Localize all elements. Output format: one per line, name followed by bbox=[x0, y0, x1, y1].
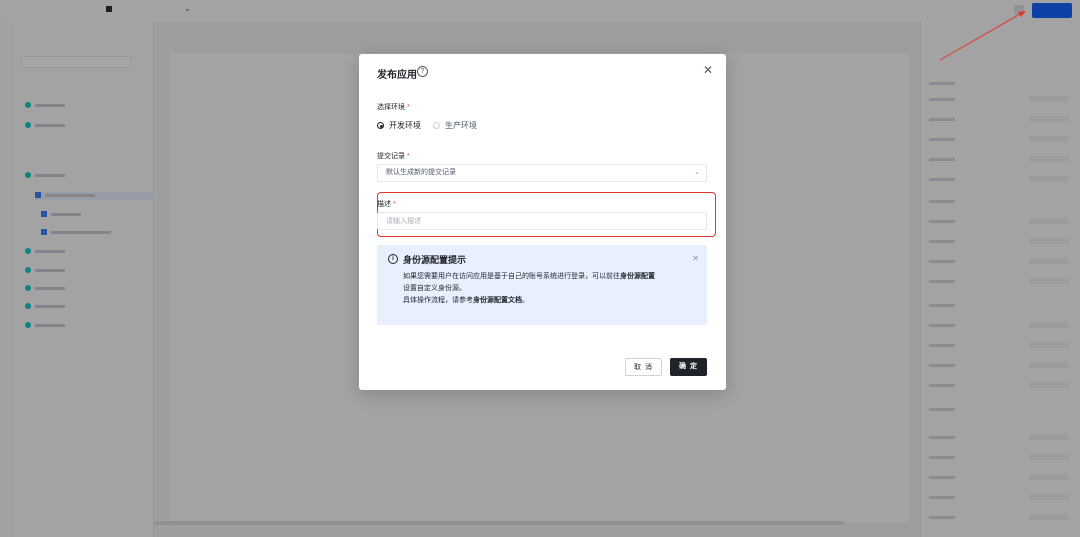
help-icon[interactable]: ? bbox=[417, 66, 428, 77]
notice-body: 如果您需要用户在访问应用是基于自己的账号系统进行登录，可以前往身份源配置 设置自… bbox=[403, 273, 655, 304]
identity-config-link[interactable]: 身份源配置 bbox=[620, 273, 655, 280]
cancel-button[interactable]: 取 消 bbox=[625, 358, 662, 376]
confirm-button[interactable]: 确 定 bbox=[670, 358, 707, 376]
notice-close-icon[interactable]: ✕ bbox=[692, 254, 699, 263]
env-label: 选择环境 * bbox=[377, 104, 410, 111]
notice-title: 身份源配置提示 bbox=[403, 255, 467, 265]
commit-label: 提交记录 * bbox=[377, 153, 410, 160]
radio-dev-env[interactable]: 开发环境 bbox=[377, 120, 421, 130]
identity-doc-link[interactable]: 身份源配置文档 bbox=[473, 297, 522, 304]
radio-unchecked-icon bbox=[433, 122, 440, 129]
commit-select[interactable]: 默认生成新的提交记录 ⌄ bbox=[377, 164, 707, 182]
radio-prod-env[interactable]: 生产环境 bbox=[433, 120, 477, 130]
close-icon[interactable]: ✕ bbox=[702, 64, 714, 76]
radio-checked-icon bbox=[377, 122, 384, 129]
chevron-down-icon: ⌄ bbox=[694, 169, 700, 176]
identity-source-notice: i 身份源配置提示 ✕ 如果您需要用户在访问应用是基于自己的账号系统进行登录，可… bbox=[377, 245, 707, 325]
publish-app-dialog: 发布应用 ? ✕ 选择环境 * 开发环境 生产环境 提交记录 * 默认生成新的提交记… bbox=[359, 54, 726, 390]
desc-label: 描述 * bbox=[377, 201, 396, 208]
info-icon: i bbox=[388, 254, 398, 264]
dialog-title: 发布应用 bbox=[377, 70, 417, 81]
description-input[interactable] bbox=[377, 212, 707, 230]
